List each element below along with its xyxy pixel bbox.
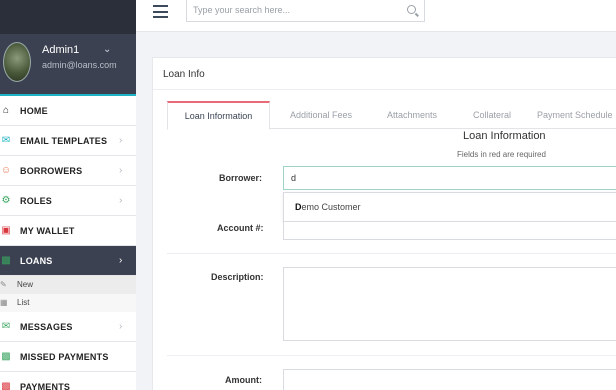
sidebar-item-loans[interactable]: ▩ LOANS ›: [0, 246, 136, 276]
amount-label: Amount:: [225, 375, 262, 385]
section-title: Loan Information: [463, 130, 546, 142]
envelope-icon: ✉: [1, 135, 11, 146]
sidebar-item-label: HOME: [20, 105, 48, 116]
smile-icon: ☺: [0, 165, 12, 176]
tab-payment-schedule[interactable]: Payment Schedule: [537, 101, 616, 129]
chevron-down-icon[interactable]: ⌄: [103, 44, 111, 55]
sidebar-item-label: BORROWERS: [20, 165, 83, 176]
chevron-right-icon: ›: [119, 165, 123, 176]
chevron-right-icon: ›: [119, 195, 123, 206]
divider: [167, 253, 616, 254]
sidebar-item-label: PAYMENTS: [20, 381, 71, 390]
tab-bar: Loan Information Additional Fees Attachm…: [167, 101, 616, 130]
avatar: [3, 42, 31, 82]
sidebar-item-roles[interactable]: ⚙ ROLES ›: [0, 186, 136, 216]
payments-icon: ▩: [1, 381, 11, 390]
top-bar: [136, 0, 616, 32]
messages-icon: ✉: [1, 321, 11, 332]
sidebar-logo-area: [0, 0, 136, 34]
sidebar-subitem-label: New: [17, 280, 34, 289]
sidebar-item-payments[interactable]: ▩ PAYMENTS: [0, 372, 136, 390]
account-label: Account #:: [217, 223, 264, 233]
description-textarea[interactable]: [284, 268, 616, 340]
sidebar-item-label: LOANS: [20, 255, 53, 266]
borrower-label: Borrower:: [219, 173, 263, 183]
loan-info-panel: Loan Info Loan Information Additional Fe…: [152, 57, 616, 390]
sidebar-subitem-new[interactable]: ✎ New: [0, 276, 136, 294]
hamburger-icon[interactable]: [153, 5, 168, 18]
user-profile[interactable]: Admin1 admin@loans.com ⌄: [0, 34, 136, 94]
suggestion-rest: emo Customer: [301, 202, 361, 212]
description-label: Description:: [211, 272, 264, 282]
sidebar-item-messages[interactable]: ✉ MESSAGES ›: [0, 312, 136, 342]
sidebar-item-missed-payments[interactable]: ▩ MISSED PAYMENTS: [0, 342, 136, 372]
sidebar-subitem-list[interactable]: ▦ List: [0, 294, 136, 312]
search-input[interactable]: [187, 0, 397, 20]
user-email: admin@loans.com: [42, 60, 117, 70]
sidebar: Admin1 admin@loans.com ⌄ ⌂ HOME ✉ EMAIL …: [0, 0, 136, 390]
divider: [167, 355, 616, 356]
suggestion-item[interactable]: Demo Customer: [295, 202, 361, 212]
search-box: [186, 0, 425, 22]
sidebar-item-home[interactable]: ⌂ HOME: [0, 96, 136, 126]
sidebar-item-email-templates[interactable]: ✉ EMAIL TEMPLATES ›: [0, 126, 136, 156]
sidebar-item-label: MESSAGES: [20, 321, 73, 332]
sidebar-item-label: ROLES: [20, 195, 53, 206]
sidebar-item-label: EMAIL TEMPLATES: [20, 135, 108, 146]
section-note: Fields in red are required: [457, 150, 546, 159]
chevron-right-icon: ›: [119, 255, 123, 266]
chevron-right-icon: ›: [119, 321, 123, 332]
home-icon: ⌂: [2, 105, 10, 116]
search-icon[interactable]: [407, 5, 416, 14]
gears-icon: ⚙: [1, 195, 11, 206]
amount-input[interactable]: [284, 370, 616, 390]
tab-collateral[interactable]: Collateral: [457, 101, 527, 129]
sidebar-item-label: MISSED PAYMENTS: [20, 351, 109, 362]
sidebar-item-my-wallet[interactable]: ▣ MY WALLET: [0, 216, 136, 246]
account-field-wrap: [283, 222, 616, 241]
sidebar-item-label: MY WALLET: [20, 225, 75, 236]
tab-loan-information[interactable]: Loan Information: [167, 101, 270, 130]
edit-icon: ✎: [0, 280, 7, 289]
account-input[interactable]: [284, 223, 616, 241]
sidebar-item-borrowers[interactable]: ☺ BORROWERS ›: [0, 156, 136, 186]
user-name: Admin1: [42, 44, 80, 56]
chevron-right-icon: ›: [119, 135, 123, 146]
panel-title: Loan Info: [163, 69, 205, 80]
amount-field-wrap: [283, 369, 616, 390]
borrower-field-wrap: [283, 166, 616, 190]
missed-payments-icon: ▩: [1, 351, 11, 362]
wallet-icon: ▣: [1, 225, 11, 236]
borrower-suggestions: Demo Customer: [283, 192, 616, 222]
borrower-input[interactable]: [284, 167, 616, 189]
sidebar-subitem-label: List: [17, 298, 30, 307]
list-icon: ▦: [0, 298, 8, 307]
tab-attachments[interactable]: Attachments: [372, 101, 452, 129]
tab-additional-fees[interactable]: Additional Fees: [279, 101, 363, 129]
money-icon: ▩: [1, 255, 11, 266]
description-field-wrap: [283, 267, 616, 341]
panel-header: Loan Info: [153, 58, 616, 90]
